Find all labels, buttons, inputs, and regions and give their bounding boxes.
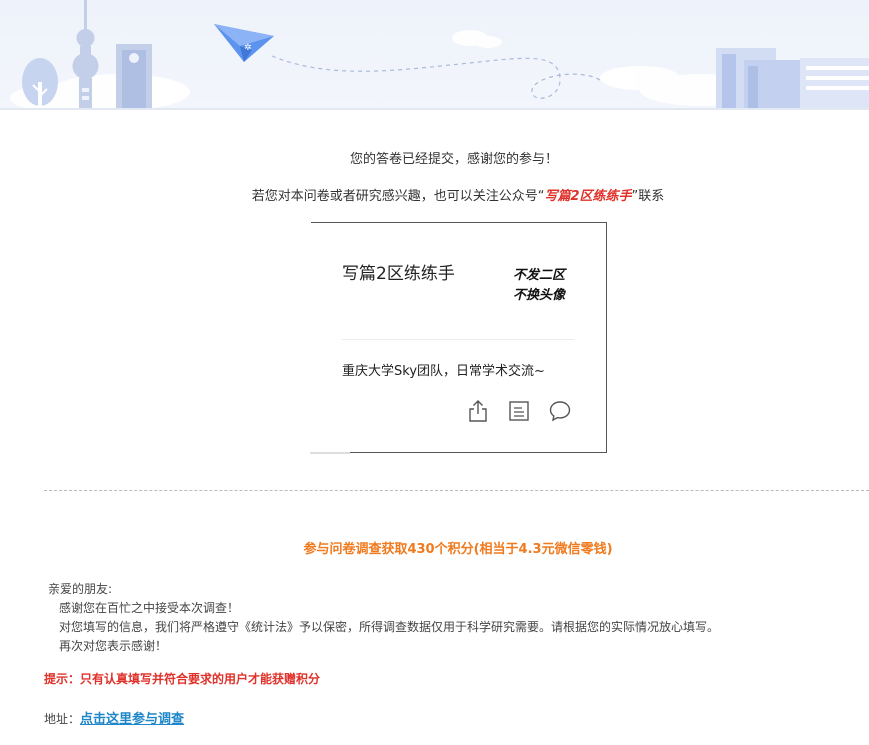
- follow-suffix: ”联系: [631, 189, 665, 204]
- card-description: 重庆大学Sky团队，日常学术交流~: [342, 364, 545, 379]
- letter-line: 感谢您在百忙之中接受本次调查！: [59, 601, 240, 615]
- official-account-card[interactable]: 写篇2区练练手 不发二区 不换头像 重庆大学Sky团队，日常学术交流~: [310, 222, 607, 454]
- card-divider: [342, 339, 574, 340]
- chat-icon[interactable]: [548, 399, 572, 423]
- follow-prefix: 若您对本问卷或者研究感兴趣，也可以关注公众号“: [251, 189, 545, 204]
- building-icon: [116, 44, 152, 110]
- document-icon[interactable]: [507, 399, 531, 423]
- follow-message: 若您对本问卷或者研究感兴趣，也可以关注公众号“写篇2区练练手”联系: [0, 185, 869, 204]
- header-banner: ✲: [0, 0, 869, 110]
- letter-line: 再次对您表示感谢！: [59, 639, 168, 653]
- account-name: 写篇2区练练手: [544, 189, 632, 204]
- survey-link[interactable]: 点击这里参与调查: [80, 712, 184, 727]
- card-title: 写篇2区练练手: [342, 264, 455, 284]
- card-corner: [310, 452, 350, 454]
- books-icon: [716, 48, 869, 110]
- submitted-message: 您的答卷已经提交，感谢您的参与！: [349, 152, 558, 167]
- letter-block: 亲爱的朋友: 感谢您在百忙之中接受本次调查！ 对您填写的信息，我们将严格遵守《统…: [48, 580, 719, 656]
- tip-text: 提示：只有认真填写并符合要求的用户才能获赠积分: [44, 672, 321, 686]
- svg-text:不发二区: 不发二区: [513, 267, 567, 283]
- letter-line: 对您填写的信息，我们将严格遵守《统计法》予以保密，所得调查数据仅用于科学研究需要…: [59, 620, 720, 634]
- letter-greeting: 亲爱的朋友:: [48, 582, 113, 596]
- share-icon[interactable]: [466, 399, 490, 423]
- address-label: 地址：: [44, 712, 81, 726]
- svg-text:不换头像: 不换头像: [513, 287, 567, 303]
- dashed-divider: [44, 490, 869, 491]
- address-row: 地址：点击这里参与调查: [44, 708, 184, 727]
- account-avatar-handwriting: 不发二区 不换头像: [513, 267, 567, 303]
- city-skyline-illustration: ✲: [0, 0, 869, 110]
- tree-icon: [22, 58, 58, 106]
- svg-text:✲: ✲: [244, 43, 252, 53]
- reward-text: 参与问卷调查获取430个积分(相当于4.3元微信零钱): [303, 542, 613, 557]
- paper-plane-icon: ✲: [214, 24, 274, 62]
